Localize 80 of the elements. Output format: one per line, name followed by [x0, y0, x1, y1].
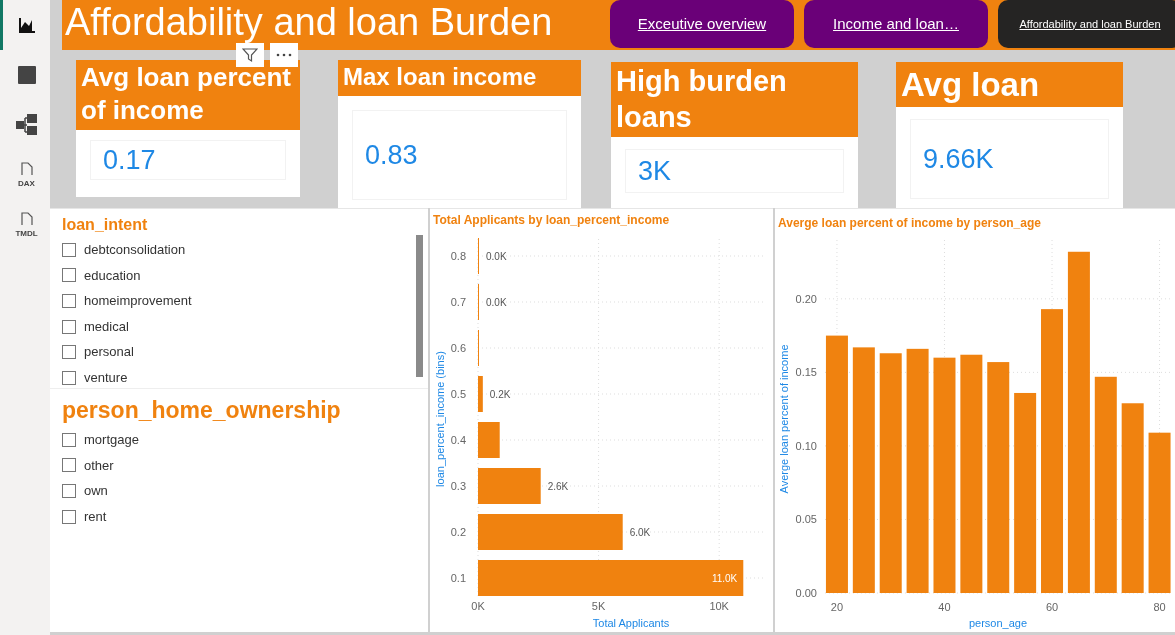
- slicer-option[interactable]: debtconsolidation: [62, 237, 428, 263]
- chart-title: Averge loan percent of income by person_age: [778, 215, 1041, 232]
- slicer-option[interactable]: education: [62, 262, 428, 289]
- slicer-option[interactable]: venture: [62, 364, 428, 391]
- slicer-option[interactable]: mortgage: [62, 427, 428, 453]
- axis-label: 40: [938, 601, 951, 613]
- kpi-title: Avg loan percent of income: [76, 60, 300, 130]
- file-icon: [19, 212, 34, 226]
- kpi-title: Max loan income: [338, 60, 581, 96]
- checkbox[interactable]: [62, 294, 76, 308]
- kpi-value: 3K: [625, 149, 844, 193]
- data-label: 0.2K: [489, 389, 511, 400]
- checkbox[interactable]: [62, 458, 76, 473]
- data-label: 0.0K: [486, 297, 507, 308]
- scrollbar[interactable]: [416, 235, 423, 377]
- checkbox[interactable]: [62, 345, 76, 360]
- data-label: 6.0K: [629, 527, 651, 538]
- axis-label: 10K: [709, 600, 729, 612]
- data-label: 0.0K: [486, 251, 507, 262]
- nav-button[interactable]: Exceutive overview: [610, 0, 794, 48]
- chart-title: Total Applicants by loan_percent_income: [433, 212, 670, 229]
- axis-label: 0.20: [795, 292, 817, 305]
- checkbox[interactable]: [62, 484, 76, 498]
- nav-button[interactable]: Affordability and loan Burden: [998, 0, 1175, 48]
- checkbox[interactable]: [62, 242, 76, 257]
- axis-label: 20: [830, 601, 844, 613]
- axis-label: 0.5: [450, 388, 466, 400]
- slicer-option[interactable]: own: [62, 478, 428, 504]
- kpi-title: High burden loans: [611, 62, 858, 137]
- table-icon: [17, 66, 36, 84]
- bar: [478, 468, 541, 504]
- slicer-option[interactable]: medical: [62, 313, 428, 340]
- file-label: TMDL: [15, 230, 38, 238]
- axis-label: 0.8: [450, 250, 466, 262]
- bar: [478, 422, 500, 458]
- axis-title: person_age: [968, 617, 1028, 629]
- slicer-option[interactable]: personal: [62, 339, 428, 365]
- report-icon: [17, 16, 36, 34]
- axis-label: 0.15: [795, 366, 817, 379]
- nav-button[interactable]: Income and loan…: [804, 0, 988, 48]
- axis-title: Averge loan percent of income: [778, 344, 790, 494]
- data-label: 2.6K: [547, 481, 569, 492]
- axis-label: 0.3: [450, 480, 466, 492]
- sidebar-tab[interactable]: DAX: [0, 150, 50, 200]
- kpi-value: 0.83: [352, 110, 567, 200]
- axis-label: 0.1: [450, 572, 466, 584]
- checkbox[interactable]: [62, 319, 76, 334]
- file-label: DAX: [18, 180, 35, 188]
- bar: [478, 376, 483, 412]
- axis-label: 0.10: [795, 439, 817, 452]
- kpi-title: Avg loan: [896, 62, 1123, 107]
- slicer-option[interactable]: other: [62, 452, 428, 479]
- checkbox[interactable]: [62, 509, 76, 524]
- checkbox[interactable]: [62, 432, 76, 447]
- kpi-value: 9.66K: [910, 119, 1109, 199]
- kpi-value: 0.17: [90, 140, 286, 180]
- axis-label: 0.2: [450, 526, 466, 538]
- checkbox[interactable]: [62, 268, 76, 283]
- slicer-title: loan_intent: [62, 215, 149, 235]
- slicer-option[interactable]: homeimprovement: [62, 288, 428, 314]
- axis-label: 0.00: [795, 587, 817, 599]
- axis-label: 60: [1045, 601, 1059, 613]
- slicer-option[interactable]: rent: [62, 503, 428, 530]
- checkbox[interactable]: [62, 370, 76, 385]
- sidebar-tab[interactable]: TMDL: [0, 200, 50, 250]
- filter-icon[interactable]: [236, 43, 264, 67]
- axis-label: 0K: [471, 600, 485, 612]
- axis-title: Total Applicants: [592, 617, 670, 629]
- axis-label: 0.7: [450, 296, 466, 308]
- slicer-title: person_home_ownership: [62, 396, 342, 425]
- file-icon: [19, 162, 34, 176]
- axis-label: 0.4: [450, 434, 466, 446]
- axis-title: loan_percent_income (bins): [434, 351, 446, 487]
- axis-label: 80: [1153, 601, 1166, 613]
- axis-label: 0.05: [795, 513, 817, 526]
- data-label: 11.0K: [711, 573, 738, 584]
- page-title: Affordability and loan Burden: [64, 0, 553, 42]
- model-icon: [15, 114, 38, 136]
- axis-label: 5K: [591, 600, 606, 612]
- axis-label: 0.6: [450, 342, 466, 354]
